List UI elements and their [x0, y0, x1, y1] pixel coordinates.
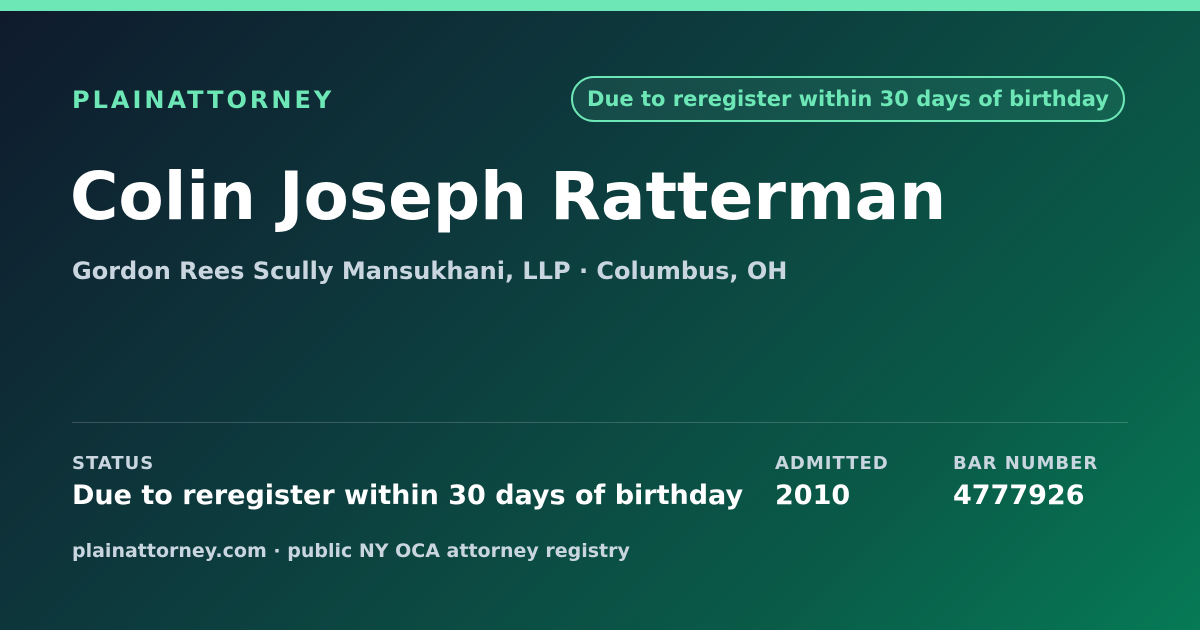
bar-number-value: 4777926: [953, 480, 1085, 511]
footer-source: plainattorney.com · public NY OCA attorn…: [72, 540, 630, 562]
status-value: Due to reregister within 30 days of birt…: [72, 480, 744, 511]
brand-logo-text: PLAINATTORNEY: [72, 86, 335, 114]
top-accent-bar: [0, 0, 1200, 11]
status-badge: Due to reregister within 30 days of birt…: [571, 76, 1125, 122]
admitted-label: ADMITTED: [775, 453, 889, 474]
section-divider: [72, 422, 1128, 423]
attorney-name: Colin Joseph Ratterman: [70, 158, 947, 235]
status-label: STATUS: [72, 453, 155, 474]
firm-location: Gordon Rees Scully Mansukhani, LLP · Col…: [72, 257, 788, 285]
admitted-value: 2010: [775, 480, 851, 511]
bar-number-label: BAR NUMBER: [953, 453, 1099, 474]
